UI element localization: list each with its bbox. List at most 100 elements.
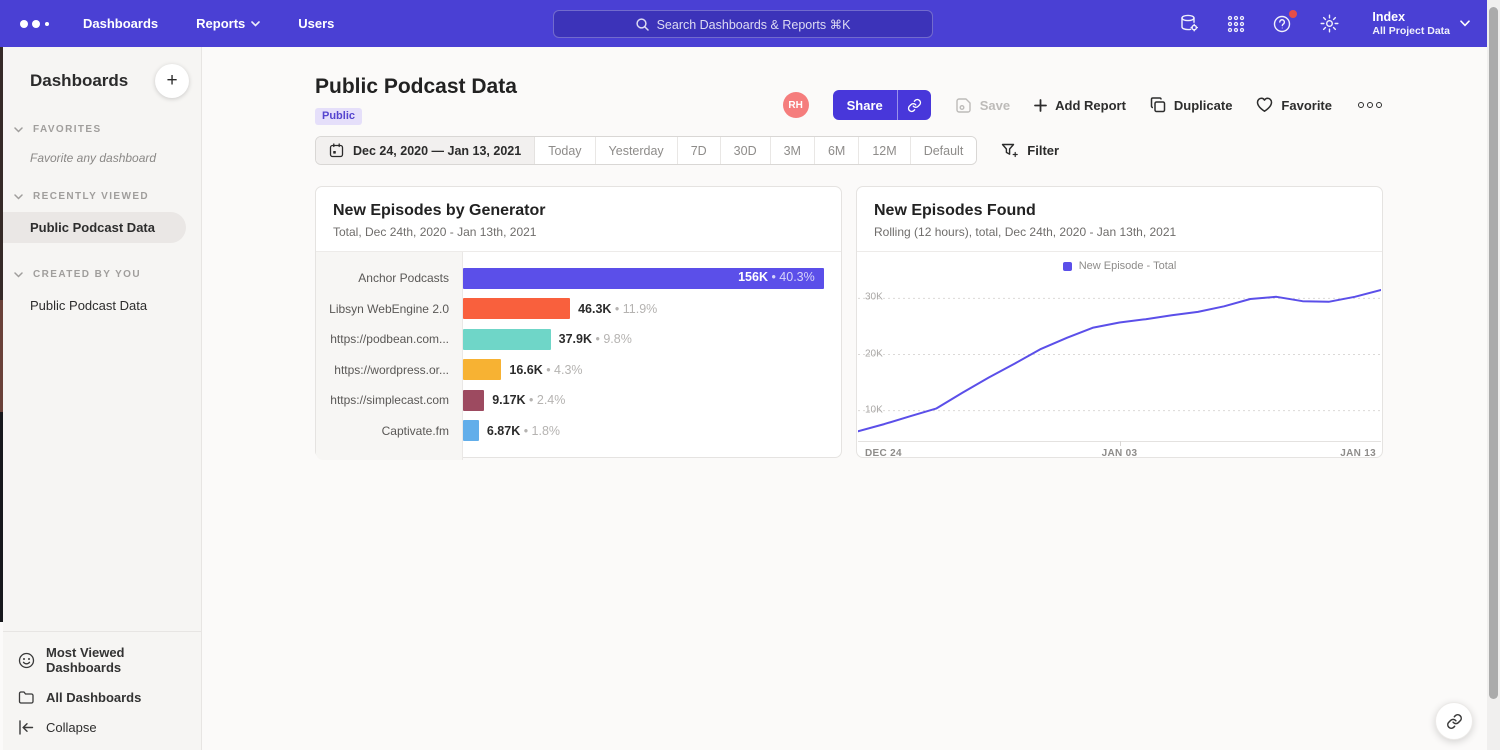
folder-icon [18,689,35,706]
share-button-group: Share [833,90,931,120]
bar-track: 6.87K • 1.8% [463,420,841,441]
x-axis-label: JAN 03 [1102,448,1138,459]
share-button[interactable]: Share [833,90,897,120]
date-preset-default[interactable]: Default [911,137,977,164]
sidebar-item-public-podcast-data[interactable]: Public Podcast Data [3,212,186,243]
card-new-episodes-found: New Episodes Found Rolling (12 hours), t… [856,186,1383,458]
date-range-button[interactable]: Dec 24, 2020 — Jan 13, 2021 [316,137,535,164]
mixpanel-logo-icon[interactable] [20,20,49,28]
bar-row: https://wordpress.or... 16.6K • 4.3% [316,355,841,386]
filter-button[interactable]: Filter [1001,143,1059,159]
y-axis-label: 20K [865,348,883,359]
favorite-button[interactable]: Favorite [1256,97,1332,113]
bar-value-label: 9.17K • 2.4% [492,393,565,407]
help-icon[interactable] [1272,13,1293,34]
nav-item-label: Users [298,16,334,31]
background-window-edge [0,47,3,622]
data-management-icon[interactable] [1179,13,1200,34]
nav-item-label: Reports [196,16,245,31]
footer-item-label: All Dashboards [46,690,141,705]
apps-grid-icon[interactable] [1226,14,1246,34]
copy-link-floating-button[interactable] [1435,702,1473,740]
create-dashboard-button[interactable]: + [155,64,189,98]
all-dashboards-link[interactable]: All Dashboards [3,682,201,713]
most-viewed-dashboards-link[interactable]: Most Viewed Dashboards [3,638,201,682]
nav-item-label: Dashboards [83,16,158,31]
bar-track: 9.17K • 2.4% [463,390,841,411]
bar-row: Anchor Podcasts156K • 40.3% [316,263,841,294]
bar [463,298,570,319]
sidebar-title: Dashboards [30,71,128,91]
avatar[interactable]: RH [783,92,809,118]
bar-category-label: https://wordpress.or... [316,363,463,377]
bar [463,420,479,441]
page-scrollbar [1487,0,1500,750]
date-preset-6m[interactable]: 6M [815,137,859,164]
date-preset-today[interactable]: Today [535,137,595,164]
chevron-down-icon [1460,20,1470,27]
share-link-button[interactable] [897,90,931,120]
date-preset-30d[interactable]: 30D [721,137,771,164]
chevron-down-icon [251,21,260,27]
section-label: CREATED BY YOU [33,269,141,280]
logo-dot [32,20,40,28]
section-favorites[interactable]: FAVORITES [3,124,201,135]
search-input[interactable]: Search Dashboards & Reports ⌘K [553,10,933,38]
plus-icon [1034,99,1047,112]
nav-item-users[interactable]: Users [298,16,334,31]
collapse-sidebar-button[interactable]: Collapse [3,713,201,742]
bar: 156K • 40.3% [463,268,824,289]
filter-funnel-icon [1001,143,1018,159]
sidebar: Dashboards + FAVORITES Favorite any dash… [3,47,202,750]
add-report-button[interactable]: Add Report [1034,98,1126,113]
background-window-edge-segment [0,300,3,412]
calendar-icon [329,143,344,158]
duplicate-icon [1150,97,1166,113]
chevron-down-icon [14,127,23,133]
section-label: RECENTLY VIEWED [33,191,149,202]
bar-track: 156K • 40.3% [463,268,841,289]
section-label: FAVORITES [33,124,102,135]
action-label: Save [980,98,1010,113]
sidebar-item-public-podcast-data[interactable]: Public Podcast Data [3,290,201,321]
project-switcher[interactable]: Index All Project Data [1372,10,1470,38]
bar-value-label: 6.87K • 1.8% [487,424,560,438]
more-options-button[interactable] [1356,98,1384,112]
date-range-label: Dec 24, 2020 — Jan 13, 2021 [353,144,521,158]
save-button[interactable]: Save [955,97,1010,114]
notification-badge [1289,10,1297,18]
bar [463,390,484,411]
heart-icon [1256,97,1273,113]
top-navbar: Dashboards Reports Users Search Dashboar… [0,0,1500,47]
search-placeholder: Search Dashboards & Reports ⌘K [657,17,851,32]
bar-value-label: 16.6K • 4.3% [509,363,582,377]
section-recently-viewed[interactable]: RECENTLY VIEWED [3,191,201,202]
favorites-empty-text: Favorite any dashboard [3,135,201,165]
bar-track: 16.6K • 4.3% [463,359,841,380]
date-preset-12m[interactable]: 12M [859,137,910,164]
bar-category-label: Libsyn WebEngine 2.0 [316,302,463,316]
scrollbar-thumb[interactable] [1489,7,1498,699]
public-badge: Public [315,108,362,125]
x-axis-label: JAN 13 [1340,448,1376,459]
bar-row: https://podbean.com...37.9K • 9.8% [316,324,841,355]
duplicate-button[interactable]: Duplicate [1150,97,1233,113]
background-window-edge-segment [0,412,3,622]
date-range-control: Dec 24, 2020 — Jan 13, 2021 TodayYesterd… [315,136,977,165]
section-created-by-you[interactable]: CREATED BY YOU [3,269,201,280]
card-subtitle: Total, Dec 24th, 2020 - Jan 13th, 2021 [333,225,824,239]
background-window-edge-segment [0,47,3,300]
logo-dot [20,20,28,28]
bar-category-label: https://simplecast.com [316,393,463,407]
y-axis-label: 30K [865,292,883,303]
nav-item-dashboards[interactable]: Dashboards [83,16,158,31]
bar-value-label: 156K • 40.3% [738,270,815,284]
date-preset-yesterday[interactable]: Yesterday [596,137,678,164]
nav-item-reports[interactable]: Reports [196,16,260,31]
date-preset-3m[interactable]: 3M [771,137,815,164]
bar-track: 46.3K • 11.9% [463,298,841,319]
date-preset-7d[interactable]: 7D [678,137,721,164]
settings-gear-icon[interactable] [1319,13,1340,34]
bar-value-label: 37.9K • 9.8% [559,332,632,346]
project-subtitle: All Project Data [1372,25,1450,37]
